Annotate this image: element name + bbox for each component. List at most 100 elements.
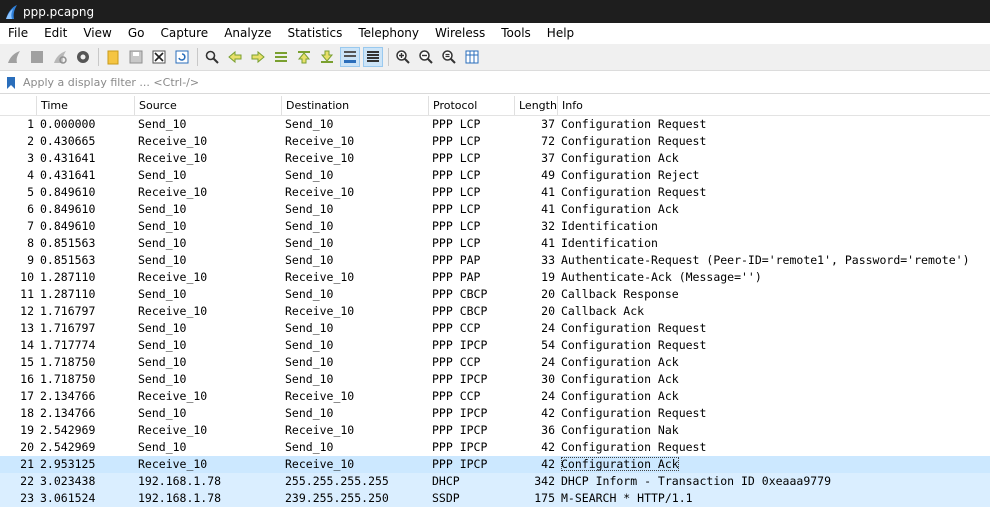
colorize-icon[interactable]: [363, 47, 383, 67]
menu-telephony[interactable]: Telephony: [350, 23, 427, 44]
menu-view[interactable]: View: [75, 23, 119, 44]
menu-analyze[interactable]: Analyze: [216, 23, 279, 44]
menu-bar: File Edit View Go Capture Analyze Statis…: [0, 23, 990, 44]
packet-row[interactable]: 16 1.718750 Send_10 Send_10 PPP IPCP 30 Config…: [0, 371, 990, 388]
zoom-normal-icon[interactable]: [439, 47, 459, 67]
packet-row[interactable]: 19 2.542969 Receive_10 Receive_10 PPP IPCP 36…: [0, 422, 990, 439]
packet-row[interactable]: 3 0.431641 Receive_10 Receive_10 PPP LCP 37 Co…: [0, 150, 990, 167]
packet-time-text: 2.542969: [40, 423, 96, 437]
menu-go[interactable]: Go: [120, 23, 153, 44]
packet-destination: Send_10: [285, 235, 333, 252]
packet-protocol: PPP LCP: [432, 184, 480, 201]
packet-time: 0.431641: [40, 150, 95, 167]
packet-length: 41: [515, 184, 555, 201]
column-header-length[interactable]: Length: [514, 96, 557, 115]
packet-length: 42: [515, 456, 555, 473]
packet-row[interactable]: 5 0.849610 Receive_10 Receive_10 PPP LCP 41 Co…: [0, 184, 990, 201]
packet-row[interactable]: 7 0.849610 Send_10 Send_10 PPP LCP 32 Identifi…: [0, 218, 990, 235]
packet-row[interactable]: 2 0.430665 Receive_10 Receive_10 PPP LCP 72 Co…: [0, 133, 990, 150]
packet-row[interactable]: 11 1.287110 Send_10 Send_10 PPP CBCP 20 Callba…: [0, 286, 990, 303]
packet-time: 3.061524: [40, 490, 95, 507]
packet-row[interactable]: 4 0.431641 Send_10 Send_10 PPP LCP 49 Configur…: [0, 167, 990, 184]
column-header-protocol[interactable]: Protocol: [428, 96, 514, 115]
packet-row[interactable]: 22 3.023438 192.168.1.78 255.255.255.255 DHC…: [0, 473, 990, 490]
packet-row[interactable]: 13 1.716797 Send_10 Send_10 PPP CCP 24 Configu…: [0, 320, 990, 337]
menu-capture[interactable]: Capture: [152, 23, 216, 44]
packet-length-text: 20: [541, 287, 555, 301]
packet-time: 0.849610: [40, 201, 95, 218]
column-header-info[interactable]: Info: [557, 96, 990, 115]
go-to-packet-icon[interactable]: [271, 47, 291, 67]
packet-info-text: Authenticate-Ack (Message=''): [561, 270, 762, 284]
display-filter-input[interactable]: [19, 73, 927, 92]
find-magnifier-icon[interactable]: [202, 47, 222, 67]
zoom-in-icon[interactable]: [393, 47, 413, 67]
packet-row[interactable]: 9 0.851563 Send_10 Send_10 PPP PAP 33 Authenti…: [0, 252, 990, 269]
packet-destination-text: Send_10: [285, 253, 334, 267]
packet-destination-text: Send_10: [285, 117, 334, 131]
last-packet-icon[interactable]: [317, 47, 337, 67]
packet-row[interactable]: 18 2.134766 Send_10 Send_10 PPP IPCP 42 Config…: [0, 405, 990, 422]
autoscroll-icon[interactable]: [340, 47, 360, 67]
menu-help[interactable]: Help: [539, 23, 582, 44]
menu-wireless[interactable]: Wireless: [427, 23, 493, 44]
packet-row[interactable]: 1 0.000000 Send_10 Send_10 PPP LCP 37 Configur…: [0, 116, 990, 133]
packet-destination-text: Send_10: [285, 168, 334, 182]
back-arrow-icon[interactable]: [225, 47, 245, 67]
stop-icon[interactable]: [27, 47, 47, 67]
packet-row[interactable]: 20 2.542969 Send_10 Send_10 PPP IPCP 42 Config…: [0, 439, 990, 456]
packet-info: Identification: [561, 235, 658, 252]
packet-info: Configuration Request: [561, 405, 706, 422]
packet-time-text: 3.023438: [40, 474, 96, 488]
shark-fin-start-icon[interactable]: [4, 47, 24, 67]
packet-source: Receive_10: [138, 133, 207, 150]
packet-destination: Receive_10: [285, 133, 354, 150]
column-header-no[interactable]: [0, 96, 36, 115]
packet-destination-text: Send_10: [285, 219, 334, 233]
packet-row[interactable]: 17 2.134766 Receive_10 Receive_10 PPP CCP 24 C…: [0, 388, 990, 405]
menu-tools[interactable]: Tools: [493, 23, 539, 44]
packet-source-text: Send_10: [138, 287, 187, 301]
restart-icon[interactable]: [50, 47, 70, 67]
packet-number-text: 2: [27, 134, 34, 148]
zoom-out-icon[interactable]: [416, 47, 436, 67]
column-header-destination[interactable]: Destination: [281, 96, 428, 115]
packet-number: 18: [0, 405, 34, 422]
packet-row[interactable]: 23 3.061524 192.168.1.78 239.255.255.250 SSD…: [0, 490, 990, 507]
menu-statistics[interactable]: Statistics: [279, 23, 350, 44]
open-folder-icon[interactable]: [103, 47, 123, 67]
packet-protocol-text: PPP LCP: [432, 151, 481, 165]
column-header-source[interactable]: Source: [134, 96, 281, 115]
packet-row[interactable]: 15 1.718750 Send_10 Send_10 PPP CCP 24 Configu…: [0, 354, 990, 371]
close-file-icon[interactable]: [149, 47, 169, 67]
packet-row[interactable]: 10 1.287110 Receive_10 Receive_10 PPP PAP 19 A…: [0, 269, 990, 286]
reload-icon[interactable]: [172, 47, 192, 67]
options-gear-icon[interactable]: [73, 47, 93, 67]
packet-info-text: Configuration Request: [561, 440, 707, 454]
packet-row[interactable]: 14 1.717774 Send_10 Send_10 PPP IPCP 54 Config…: [0, 337, 990, 354]
column-header-time[interactable]: Time: [36, 96, 134, 115]
packet-number-text: 7: [27, 219, 34, 233]
packet-protocol: PPP CBCP: [432, 286, 487, 303]
packet-row[interactable]: 8 0.851563 Send_10 Send_10 PPP LCP 41 Identifi…: [0, 235, 990, 252]
packet-destination: Receive_10: [285, 150, 354, 167]
packet-number-text: 22: [20, 474, 34, 488]
packet-source-text: Receive_10: [138, 304, 208, 318]
bookmark-icon[interactable]: [3, 74, 19, 92]
packet-time: 2.953125: [40, 456, 95, 473]
packet-destination-text: Send_10: [285, 202, 334, 216]
title-bar: ppp.pcapng: [0, 0, 990, 23]
forward-arrow-icon[interactable]: [248, 47, 268, 67]
packet-row[interactable]: 21 2.953125 Receive_10 Receive_10 PPP IPCP 42…: [0, 456, 990, 473]
menu-file[interactable]: File: [0, 23, 36, 44]
packet-row[interactable]: 6 0.849610 Send_10 Send_10 PPP LCP 41 Configur…: [0, 201, 990, 218]
packet-protocol: PPP IPCP: [432, 405, 487, 422]
packet-number: 12: [0, 303, 34, 320]
first-packet-icon[interactable]: [294, 47, 314, 67]
packet-protocol-text: PPP CBCP: [432, 287, 488, 301]
resize-columns-icon[interactable]: [462, 47, 482, 67]
save-file-icon[interactable]: [126, 47, 146, 67]
menu-edit[interactable]: Edit: [36, 23, 75, 44]
packet-time-text: 0.431641: [40, 168, 96, 182]
packet-row[interactable]: 12 1.716797 Receive_10 Receive_10 PPP CBCP 20…: [0, 303, 990, 320]
